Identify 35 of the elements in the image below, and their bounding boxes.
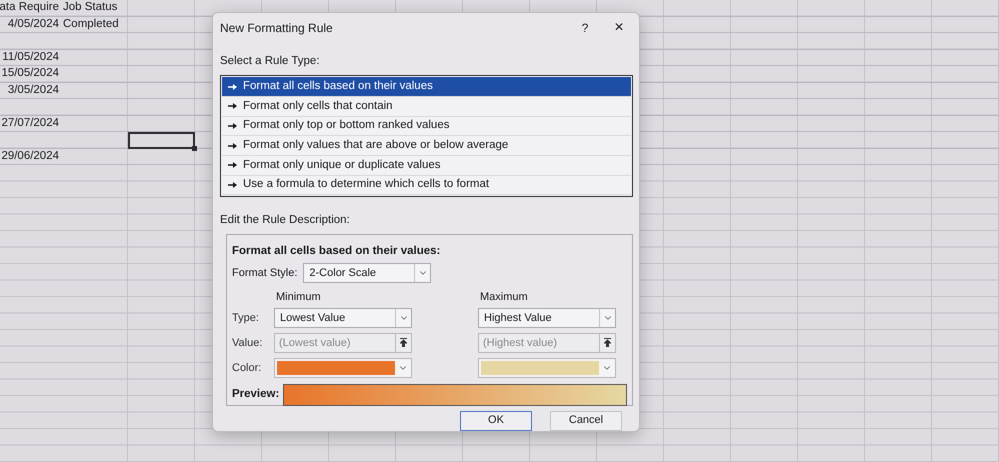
rule-type-item[interactable]: Format only cells that contain bbox=[222, 96, 631, 117]
window-title: New Formatting Rule bbox=[220, 20, 334, 37]
section-label: Edit the Rule Description: bbox=[220, 213, 351, 228]
cell-text: 29/06/2024 bbox=[1, 148, 59, 164]
row-label: Color: bbox=[232, 360, 262, 376]
preview-label: Preview: bbox=[232, 387, 280, 402]
rule-type-item[interactable]: Use a formula to determine which cells to format bbox=[222, 176, 631, 196]
rule-type-item[interactable]: Format only unique or duplicate values bbox=[222, 156, 631, 176]
cell-text: 15/05/2024 bbox=[1, 66, 59, 81]
description-heading: Format all cells based on their values: bbox=[232, 244, 442, 259]
type-dropdown[interactable]: Highest Value bbox=[478, 308, 616, 328]
cancel-button[interactable]: Cancel bbox=[550, 410, 622, 431]
column-heading: Minimum bbox=[275, 290, 322, 303]
value-field[interactable]: (Lowest value) bbox=[274, 332, 396, 353]
close-button[interactable]: × bbox=[606, 16, 632, 40]
type-dropdown[interactable]: Lowest Value bbox=[274, 308, 412, 328]
section-label: Select a Rule Type: bbox=[220, 54, 321, 69]
rule-type-item[interactable]: Format only top or bottom ranked values bbox=[222, 116, 631, 136]
rule-type-item[interactable]: Format all cells based on their values bbox=[222, 77, 631, 97]
cell-text: Job Status bbox=[63, 1, 118, 13]
cell-text: 4/05/2024 bbox=[8, 16, 59, 32]
format-style-dropdown[interactable]: 2-Color Scale bbox=[303, 262, 432, 283]
cell-text: ata Require bbox=[0, 0, 59, 15]
cell-text: 11/05/2024 bbox=[2, 50, 59, 64]
format-style-label: Format Style: bbox=[232, 266, 298, 281]
help-button[interactable]: ? bbox=[572, 19, 598, 37]
rule-type-item[interactable]: Format only values that are above or below average bbox=[222, 136, 631, 156]
ok-button[interactable]: OK bbox=[460, 410, 532, 431]
cell-text: 3/05/2024 bbox=[8, 82, 59, 98]
column-heading: Maximum bbox=[479, 290, 529, 303]
cell-text: Completed bbox=[63, 18, 119, 30]
value-field[interactable]: (Highest value) bbox=[478, 332, 600, 353]
cell-text: 27/07/2024 bbox=[1, 116, 59, 130]
row-label: Type: bbox=[232, 310, 260, 326]
row-label: Value: bbox=[232, 336, 264, 351]
